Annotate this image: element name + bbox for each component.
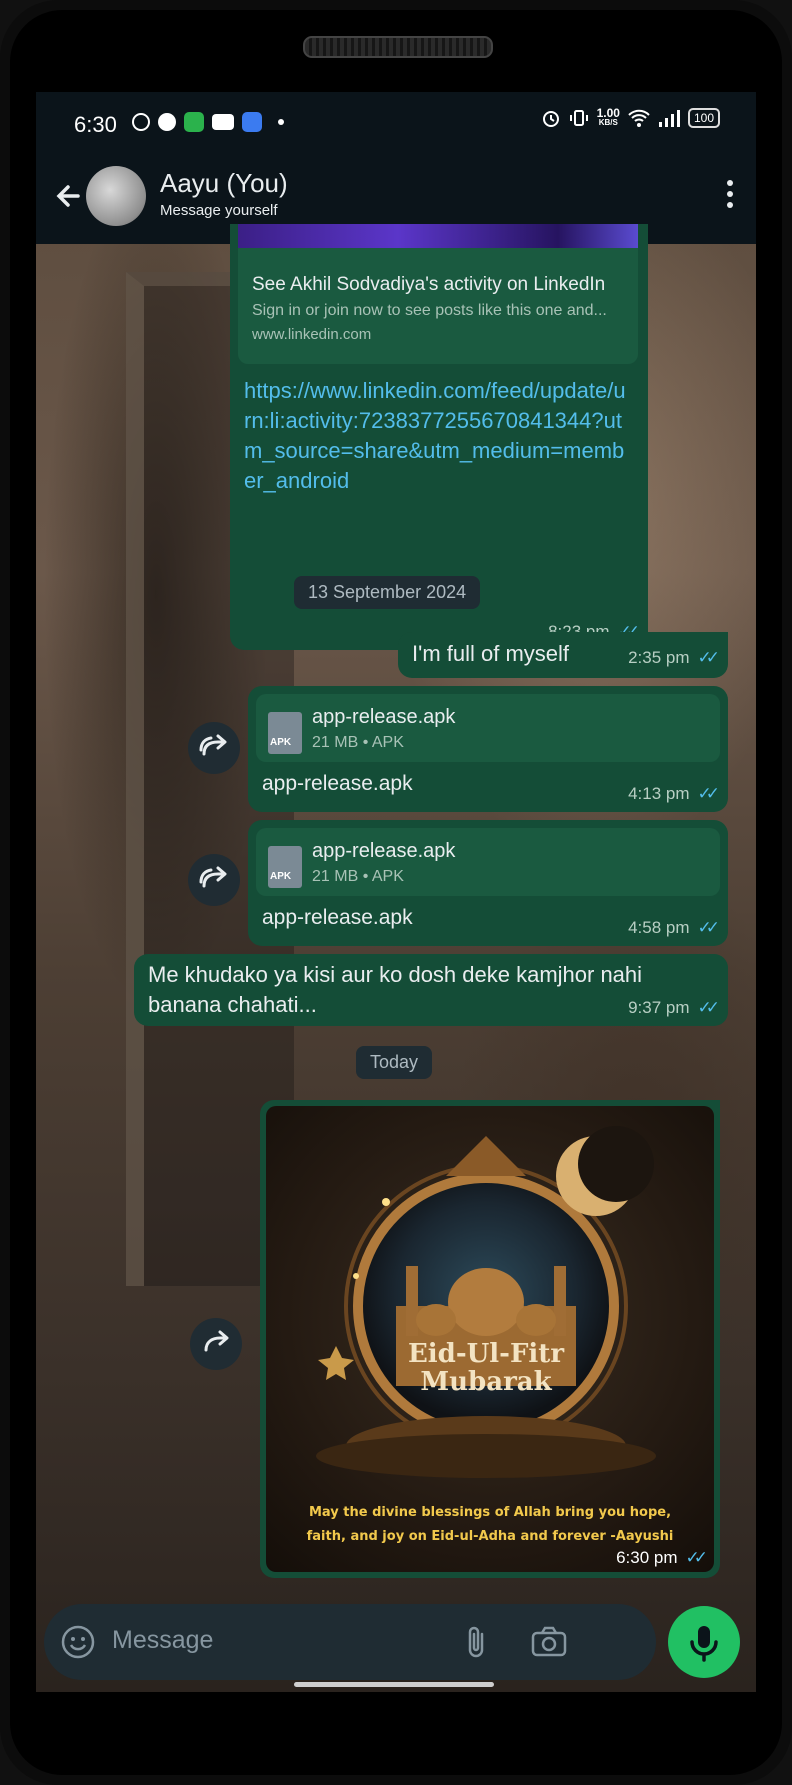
read-ticks-icon: ✓✓ [685, 1548, 708, 1567]
earpiece-speaker [303, 36, 493, 58]
whatsapp-icon [132, 113, 150, 131]
message-text: I'm full of myself [412, 641, 570, 666]
link-preview-image [238, 224, 638, 248]
image-message-bubble[interactable]: Eid-Ul-Fitr Mubarak May the divine bless… [260, 1100, 720, 1578]
read-ticks-icon: ✓✓ [697, 648, 720, 667]
file-caption: app-release.apk [262, 906, 413, 929]
status-time: 6:30 [74, 112, 117, 137]
message-time: 4:58 pm [628, 918, 690, 937]
contact-subtitle: Message yourself [160, 202, 278, 219]
message-image[interactable]: Eid-Ul-Fitr Mubarak May the divine bless… [266, 1106, 714, 1572]
message-meta: 4:13 pm ✓✓ [628, 784, 720, 804]
voice-message-button[interactable] [668, 1606, 740, 1678]
text-message-bubble[interactable]: I'm full of myself 2:35 pm ✓✓ [398, 632, 728, 678]
system-icons: 1.00 KB/S 100 [541, 106, 720, 128]
message-input-bar: Message [44, 1604, 656, 1680]
file-attachment[interactable]: APK app-release.apk 21 MB • APK [256, 828, 720, 896]
phone-frame: 6:30 1.00 KB/S 100 Aayu (You) Message yo… [0, 0, 792, 1785]
greeting-blessing-line-1: May the divine blessings of Allah bring … [309, 1505, 671, 1520]
wifi-icon [628, 109, 650, 127]
link-preview-description: Sign in or join now to see posts like th… [252, 302, 607, 319]
back-arrow-icon[interactable] [48, 176, 88, 216]
home-indicator[interactable] [294, 1682, 494, 1687]
screen: 6:30 1.00 KB/S 100 Aayu (You) Message yo… [36, 92, 756, 1692]
link-preview-card[interactable]: See Akhil Sodvadiya's activity on Linked… [238, 224, 638, 364]
file-name: app-release.apk [312, 840, 456, 862]
signal-icon [658, 110, 680, 127]
date-separator: 13 September 2024 [294, 576, 481, 609]
file-meta: 21 MB • APK [312, 734, 404, 751]
message-time: 4:13 pm [628, 784, 690, 803]
more-options-icon[interactable] [724, 180, 736, 216]
multitask-icon [242, 112, 262, 132]
message-time: 6:30 pm [616, 1548, 678, 1567]
message-time: 2:35 pm [628, 648, 690, 667]
forward-button[interactable] [188, 722, 240, 774]
link-preview-title: See Akhil Sodvadiya's activity on Linked… [252, 274, 606, 295]
greeting-blessing-line-2: faith, and joy on Eid-ul-Adha and foreve… [307, 1529, 674, 1544]
battery-indicator: 100 [687, 108, 720, 128]
attachment-icon[interactable] [462, 1624, 492, 1660]
alarm-icon [542, 111, 559, 127]
youtube-icon [212, 114, 234, 130]
message-link[interactable]: https://www.linkedin.com/feed/update/urn… [244, 376, 630, 496]
file-message-bubble[interactable]: APK app-release.apk 21 MB • APK app-rele… [248, 686, 728, 812]
forward-icon [199, 734, 227, 756]
more-notifications-dot [278, 119, 284, 125]
read-ticks-icon: ✓✓ [697, 784, 720, 803]
forward-icon [199, 866, 227, 888]
file-meta: 21 MB • APK [312, 868, 404, 885]
greeting-title-1: Eid-Ul-Fitr [408, 1339, 564, 1369]
forward-icon [204, 1330, 229, 1352]
forward-button[interactable] [190, 1318, 242, 1370]
forward-button[interactable] [188, 854, 240, 906]
microphone-icon [690, 1626, 718, 1662]
message-input[interactable]: Message [112, 1626, 213, 1655]
text-message-bubble[interactable]: Me khudako ya kisi aur ko dosh deke kamj… [134, 954, 728, 1026]
contact-name[interactable]: Aayu (You) [160, 168, 288, 199]
emoji-icon[interactable] [60, 1624, 96, 1660]
message-time: 9:37 pm [628, 998, 690, 1017]
message-meta: 4:58 pm ✓✓ [628, 918, 720, 938]
status-bar: 6:30 1.00 KB/S 100 [36, 92, 756, 156]
file-name: app-release.apk [312, 706, 456, 728]
camera-icon[interactable] [530, 1624, 568, 1660]
app-notification-icon [184, 112, 204, 132]
play-icon [158, 113, 176, 131]
eid-greeting-image: Eid-Ul-Fitr Mubarak May the divine bless… [307, 1126, 674, 1544]
avatar[interactable] [86, 166, 146, 226]
file-attachment[interactable]: APK app-release.apk 21 MB • APK [256, 694, 720, 762]
notification-icons [132, 112, 284, 132]
apk-file-icon: APK [268, 846, 302, 888]
message-meta: 2:35 pm ✓✓ [628, 648, 720, 668]
file-message-bubble[interactable]: APK app-release.apk 21 MB • APK app-rele… [248, 820, 728, 946]
read-ticks-icon: ✓✓ [697, 998, 720, 1017]
date-separator: Today [356, 1046, 433, 1079]
vibrate-icon [569, 110, 588, 126]
apk-file-icon: APK [268, 712, 302, 754]
message-meta: 6:30 pm ✓✓ [616, 1548, 708, 1568]
link-preview-site: www.linkedin.com [252, 326, 372, 343]
read-ticks-icon: ✓✓ [697, 918, 720, 937]
message-meta: 9:37 pm ✓✓ [628, 998, 720, 1018]
network-speed: 1.00 KB/S [596, 106, 620, 127]
greeting-title-2: Mubarak [420, 1367, 552, 1397]
message-text: Me khudako ya kisi aur ko dosh deke kamj… [148, 962, 643, 1017]
file-caption: app-release.apk [262, 772, 413, 795]
